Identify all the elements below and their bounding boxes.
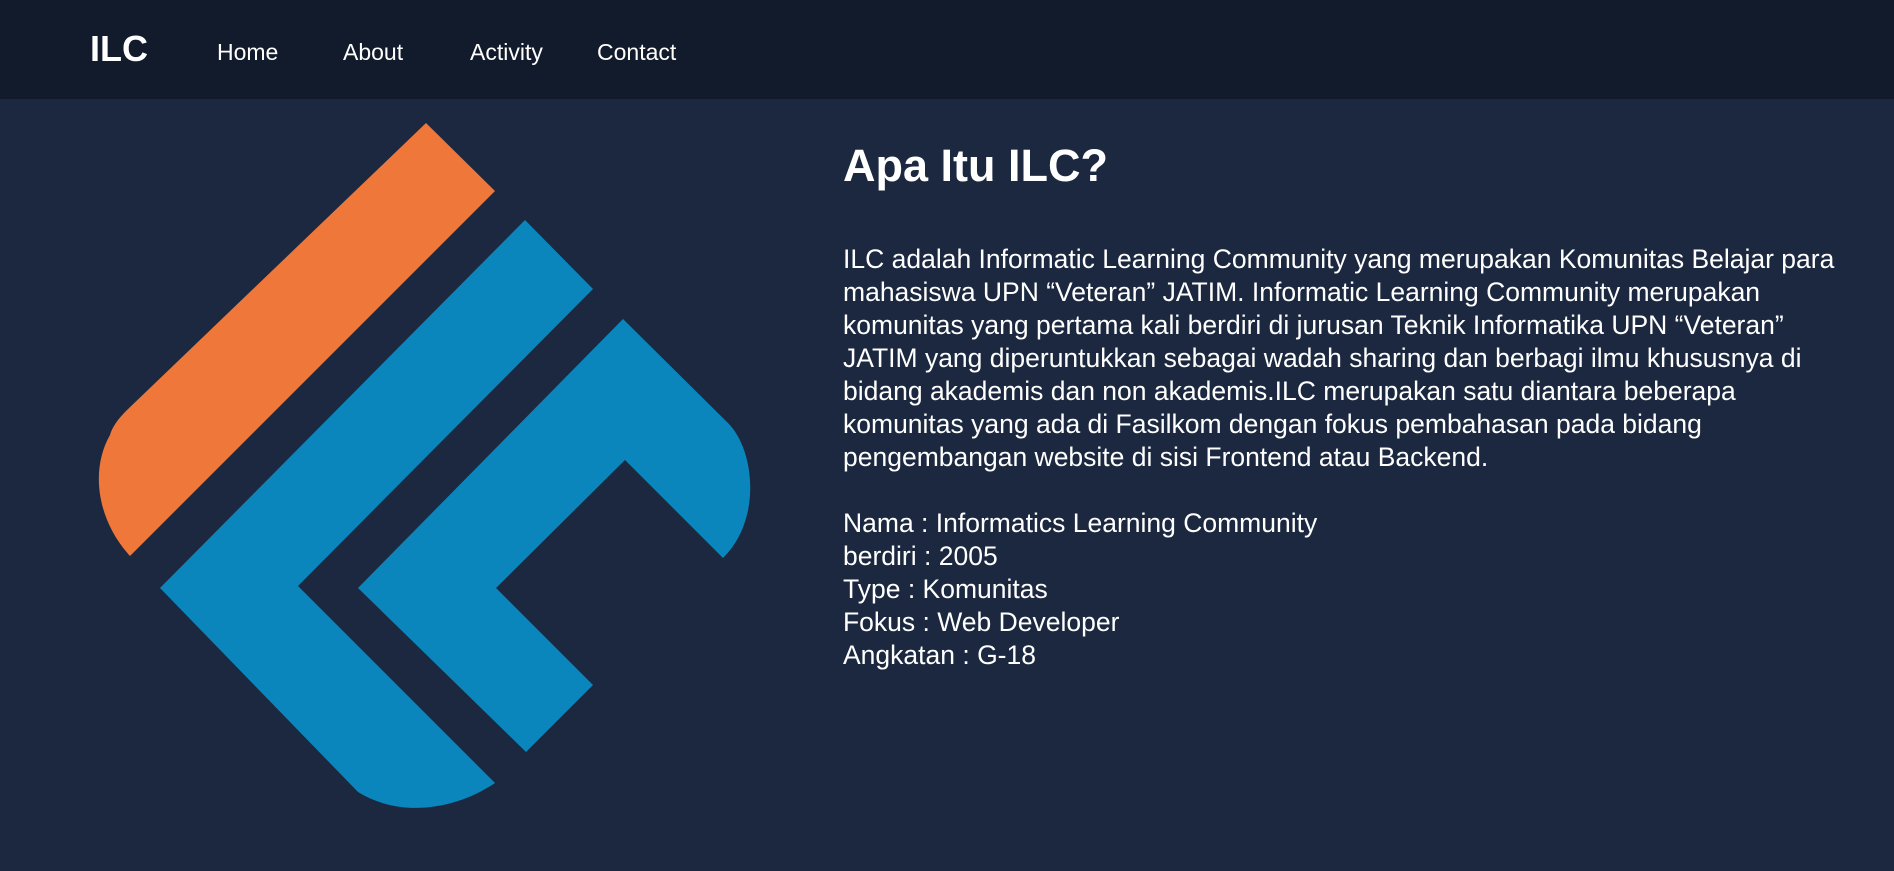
info-list: Nama : Informatics Learning Community be… [843,507,1843,672]
info-fokus: Fokus : Web Developer [843,607,1120,637]
about-section: Apa Itu ILC? ILC adalah Informatic Learn… [843,140,1843,672]
info-type: Type : Komunitas [843,574,1048,604]
info-berdiri: berdiri : 2005 [843,541,998,571]
nav-link-about[interactable]: About [343,39,403,66]
info-nama: Nama : Informatics Learning Community [843,508,1318,538]
nav-link-contact[interactable]: Contact [597,39,676,66]
nav-link-activity[interactable]: Activity [470,39,543,66]
ilc-logo-icon [96,117,756,817]
nav-link-home[interactable]: Home [217,39,278,66]
about-description: ILC adalah Informatic Learning Community… [843,244,1835,472]
navbar: ILC Home About Activity Contact [0,0,1894,99]
about-title: Apa Itu ILC? [843,140,1108,191]
brand-logo-text[interactable]: ILC [90,28,148,70]
info-angkatan: Angkatan : G-18 [843,640,1036,670]
